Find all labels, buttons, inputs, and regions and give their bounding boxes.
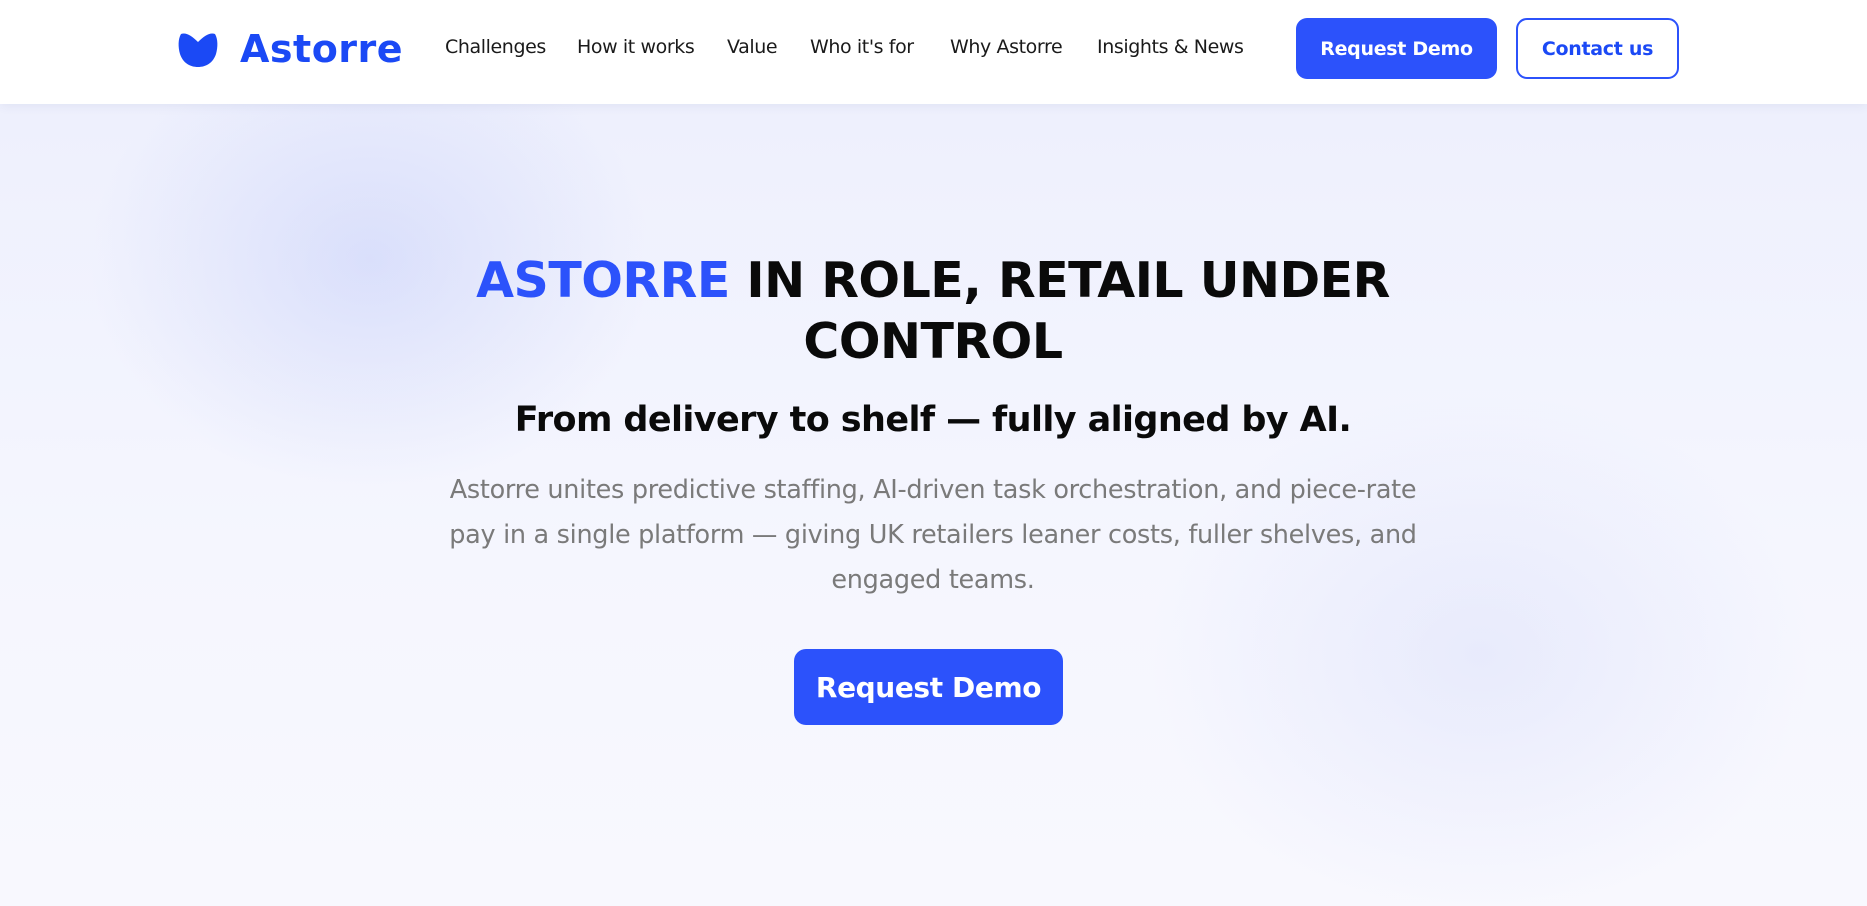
astorre-logo-icon bbox=[178, 33, 218, 67]
hero-title: ASTORRE IN ROLE, RETAIL UNDER CONTROL bbox=[433, 250, 1433, 372]
hero-subtitle: From delivery to shelf — fully aligned b… bbox=[514, 400, 1352, 440]
nav-value[interactable]: Value bbox=[727, 36, 778, 58]
header-request-demo-button[interactable]: Request Demo bbox=[1296, 18, 1497, 79]
hero-section: ASTORRE IN ROLE, RETAIL UNDER CONTROL Fr… bbox=[0, 104, 1867, 906]
header-contact-button[interactable]: Contact us bbox=[1516, 18, 1679, 79]
nav-challenges[interactable]: Challenges bbox=[445, 36, 546, 58]
hero-title-rest: IN ROLE, RETAIL UNDER CONTROL bbox=[729, 252, 1390, 370]
nav-who-its-for[interactable]: Who it's for bbox=[810, 36, 914, 58]
site-header: Astorre Challenges How it works Value Wh… bbox=[0, 0, 1867, 104]
nav-how-it-works[interactable]: How it works bbox=[577, 36, 695, 58]
nav-insights-news[interactable]: Insights & News bbox=[1097, 36, 1244, 58]
nav-why-astorre[interactable]: Why Astorre bbox=[950, 36, 1063, 58]
hero-title-accent: ASTORRE bbox=[476, 252, 730, 309]
logo-link[interactable]: Astorre bbox=[178, 25, 403, 73]
hero-request-demo-button[interactable]: Request Demo bbox=[794, 649, 1063, 725]
logo-text: Astorre bbox=[240, 27, 404, 71]
hero-description: Astorre unites predictive staffing, AI-d… bbox=[449, 475, 1417, 595]
